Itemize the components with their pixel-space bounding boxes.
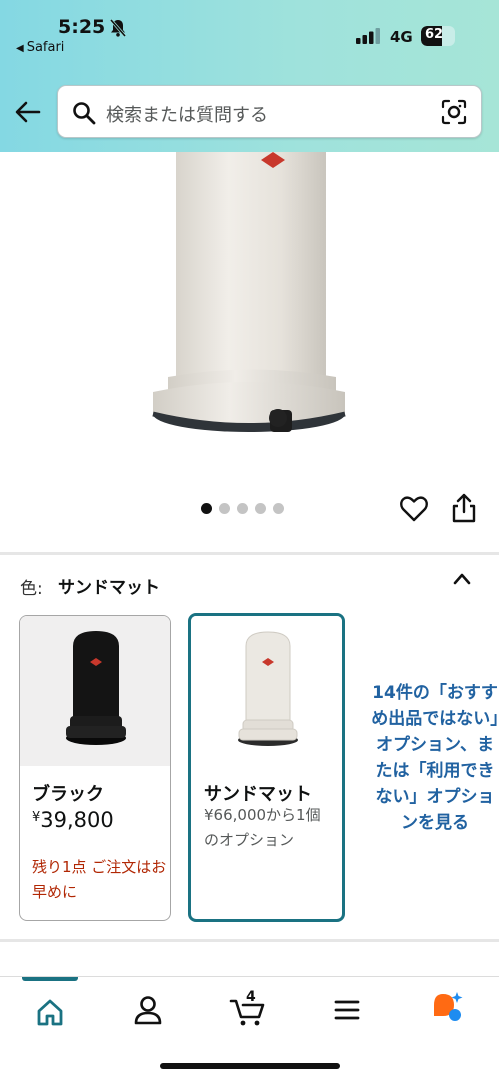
gallery-dot[interactable]	[237, 503, 248, 514]
camera-lens-icon[interactable]	[441, 99, 467, 125]
back-app-label: Safari	[26, 40, 65, 55]
search-bar[interactable]: 検索または質問する	[57, 85, 482, 138]
battery-indicator: 62	[421, 26, 455, 46]
bell-slash-icon	[109, 19, 127, 37]
product-image	[152, 152, 346, 432]
cellular-signal-icon	[356, 28, 380, 44]
back-to-app-link[interactable]: ◀ Safari	[16, 40, 64, 55]
status-time: 5:25	[58, 16, 106, 38]
sand-bin-image	[238, 631, 298, 746]
color-selected-value: サンドマット	[58, 578, 160, 598]
color-option-black[interactable]: ブラック ¥39,800 残り1点 ご注文はお早めに	[19, 615, 171, 921]
search-input[interactable]: 検索または質問する	[106, 101, 268, 127]
section-divider	[0, 552, 499, 555]
alexa-icon[interactable]	[426, 988, 466, 1028]
battery-percent: 62	[424, 27, 444, 42]
gallery-pagination[interactable]	[201, 503, 284, 515]
color-option-sand-matte[interactable]: サンドマット ¥66,000から1個のオプション	[188, 613, 345, 922]
network-type: 4G	[390, 28, 413, 46]
home-indicator	[160, 1063, 340, 1069]
option-name: ブラック	[32, 784, 104, 805]
option-price-value: 39,800	[40, 808, 114, 832]
app-header: 5:25 ◀ Safari 4G 62 検索または質問する	[0, 0, 499, 152]
home-icon[interactable]	[30, 992, 70, 1032]
cart-count: 4	[246, 989, 256, 1005]
back-arrow-icon[interactable]	[14, 98, 42, 126]
color-label: 色:	[20, 579, 43, 599]
more-options-link[interactable]: 14件の「おすすめ出品ではない」オプション、または「利用できない」オプションを見…	[370, 680, 499, 836]
option-thumbnail	[191, 616, 342, 766]
gallery-dot[interactable]	[201, 503, 212, 514]
gallery-dot[interactable]	[273, 503, 284, 514]
black-bin-image	[66, 631, 126, 745]
option-thumbnail	[20, 616, 170, 766]
gallery-dot[interactable]	[255, 503, 266, 514]
stock-warning: 残り1点 ご注文はお早めに	[32, 858, 167, 901]
heart-icon[interactable]	[399, 494, 429, 524]
share-icon[interactable]	[450, 492, 478, 524]
account-icon[interactable]	[128, 990, 168, 1030]
product-image-carousel[interactable]	[0, 152, 499, 482]
search-icon	[73, 102, 96, 125]
chevron-up-icon[interactable]	[451, 570, 473, 588]
active-tab-indicator	[22, 977, 78, 981]
option-price: ¥39,800	[32, 808, 114, 832]
gallery-dot[interactable]	[219, 503, 230, 514]
section-divider	[0, 939, 499, 942]
option-availability: ¥66,000から1個のオプション	[204, 806, 321, 849]
menu-icon[interactable]	[327, 990, 367, 1030]
